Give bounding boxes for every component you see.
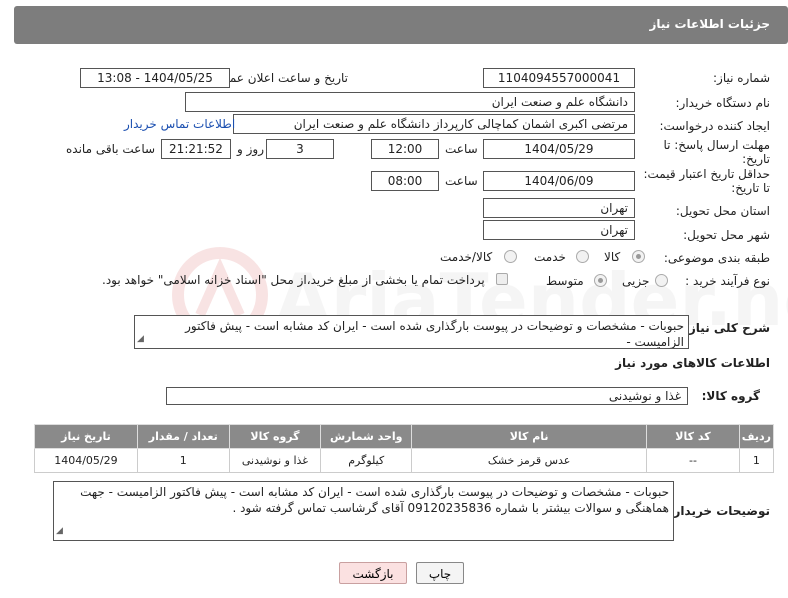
- category-label: طبقه بندی موضوعی:: [663, 251, 770, 265]
- buyer-org-field: دانشگاه علم و صنعت ایران: [185, 92, 635, 112]
- creator-label: ایجاد کننده درخواست:: [659, 119, 770, 133]
- time-remaining-label: ساعت باقی مانده: [66, 142, 156, 156]
- description-label: شرح کلی نیاز:: [684, 321, 770, 335]
- days-remaining-field: 3: [266, 139, 334, 159]
- col-item-name: نام کالا: [411, 424, 648, 449]
- table-row: 1 -- عدس قرمز خشک کیلوگرم غذا و نوشیدنی …: [34, 448, 775, 473]
- creator-field: مرتضی اکبری اشمان کماچالی کارپرداز دانشگ…: [233, 114, 635, 134]
- col-row-number: ردیف: [738, 424, 775, 449]
- cell-item-code: --: [646, 448, 740, 473]
- province-field: تهران: [483, 198, 635, 218]
- city-field: تهران: [483, 220, 635, 240]
- print-button[interactable]: چاپ: [416, 562, 464, 584]
- description-text: حبوبات - مشخصات و توضیحات در پیوست بارگذ…: [185, 319, 684, 349]
- col-quantity: تعداد / مقدار: [136, 424, 230, 449]
- process-option-minor: جزیی: [622, 274, 650, 288]
- category-radio-goods[interactable]: [632, 250, 645, 263]
- category-option-goods-service: کالا/خدمت: [440, 250, 493, 264]
- buyer-org-label: نام دستگاه خریدار:: [675, 96, 771, 110]
- days-label: روز و: [237, 142, 264, 156]
- payment-note: پرداخت تمام یا بخشی از مبلغ خرید،از محل …: [102, 273, 485, 287]
- category-option-service: خدمت: [534, 250, 566, 264]
- back-button[interactable]: بازگشت: [339, 562, 407, 584]
- need-number-label: شماره نیاز:: [713, 71, 770, 85]
- payment-checkbox[interactable]: [496, 273, 508, 285]
- buyer-notes-label: توضیحات خریدار:: [668, 504, 770, 518]
- resize-handle-icon[interactable]: ◢: [56, 523, 63, 539]
- goods-group-label: گروه کالا:: [701, 389, 760, 403]
- buyer-notes-text: حبوبات - مشخصات و توضیحات در پیوست بارگذ…: [80, 485, 669, 515]
- page-title: جزئیات اطلاعات نیاز: [649, 17, 770, 31]
- announce-field: 1404/05/25 - 13:08: [80, 68, 230, 88]
- col-item-code: کد کالا: [646, 424, 740, 449]
- category-option-goods: کالا: [604, 250, 621, 264]
- time-remaining-field: 21:21:52: [161, 139, 231, 159]
- need-number-field: 1104094557000041: [483, 68, 635, 88]
- process-label: نوع فرآیند خرید :: [685, 274, 770, 288]
- cell-quantity: 1: [136, 448, 230, 473]
- process-radio-minor[interactable]: [655, 274, 668, 287]
- category-radio-service[interactable]: [576, 250, 589, 263]
- deadline-label-2: تاریخ:: [742, 152, 770, 166]
- col-unit: واحد شمارش: [320, 424, 413, 449]
- page-header: جزئیات اطلاعات نیاز: [14, 6, 788, 44]
- city-label: شهر محل تحویل:: [683, 228, 770, 242]
- deadline-date-field: 1404/05/29: [483, 139, 635, 159]
- deadline-time-field: 12:00: [371, 139, 439, 159]
- validity-time-field: 08:00: [371, 171, 439, 191]
- process-option-medium: متوسط: [546, 274, 584, 288]
- process-radio-medium[interactable]: [594, 274, 607, 287]
- contact-info-link[interactable]: اطلاعات تماس خریدار: [124, 117, 235, 131]
- validity-date-field: 1404/06/09: [483, 171, 635, 191]
- goods-group-field: غذا و نوشیدنی: [166, 387, 688, 405]
- validity-label-1: حداقل تاریخ اعتبار قیمت:: [643, 167, 770, 181]
- province-label: استان محل تحویل:: [675, 204, 770, 218]
- cell-item-name: عدس قرمز خشک: [411, 448, 648, 473]
- resize-handle-icon[interactable]: ◢: [137, 331, 144, 347]
- buyer-notes-textarea[interactable]: حبوبات - مشخصات و توضیحات در پیوست بارگذ…: [53, 481, 674, 541]
- deadline-time-label: ساعت: [445, 142, 478, 156]
- goods-section-title: اطلاعات کالاهای مورد نیاز: [615, 356, 770, 370]
- validity-label-2: تا تاریخ:: [731, 181, 770, 195]
- col-need-date: تاریخ نیاز: [34, 424, 138, 449]
- cell-row-number: 1: [738, 448, 775, 473]
- items-table-header: ردیف کد کالا نام کالا واحد شمارش گروه کا…: [34, 424, 775, 449]
- deadline-label-1: مهلت ارسال پاسخ: تا: [663, 138, 770, 152]
- validity-time-label: ساعت: [445, 174, 478, 188]
- cell-unit: کیلوگرم: [320, 448, 413, 473]
- category-radio-goods-service[interactable]: [504, 250, 517, 263]
- items-table: ردیف کد کالا نام کالا واحد شمارش گروه کا…: [34, 424, 775, 473]
- cell-item-group: غذا و نوشیدنی: [228, 448, 322, 473]
- description-textarea[interactable]: حبوبات - مشخصات و توضیحات در پیوست بارگذ…: [134, 315, 689, 349]
- cell-need-date: 1404/05/29: [34, 448, 138, 473]
- col-item-group: گروه کالا: [228, 424, 322, 449]
